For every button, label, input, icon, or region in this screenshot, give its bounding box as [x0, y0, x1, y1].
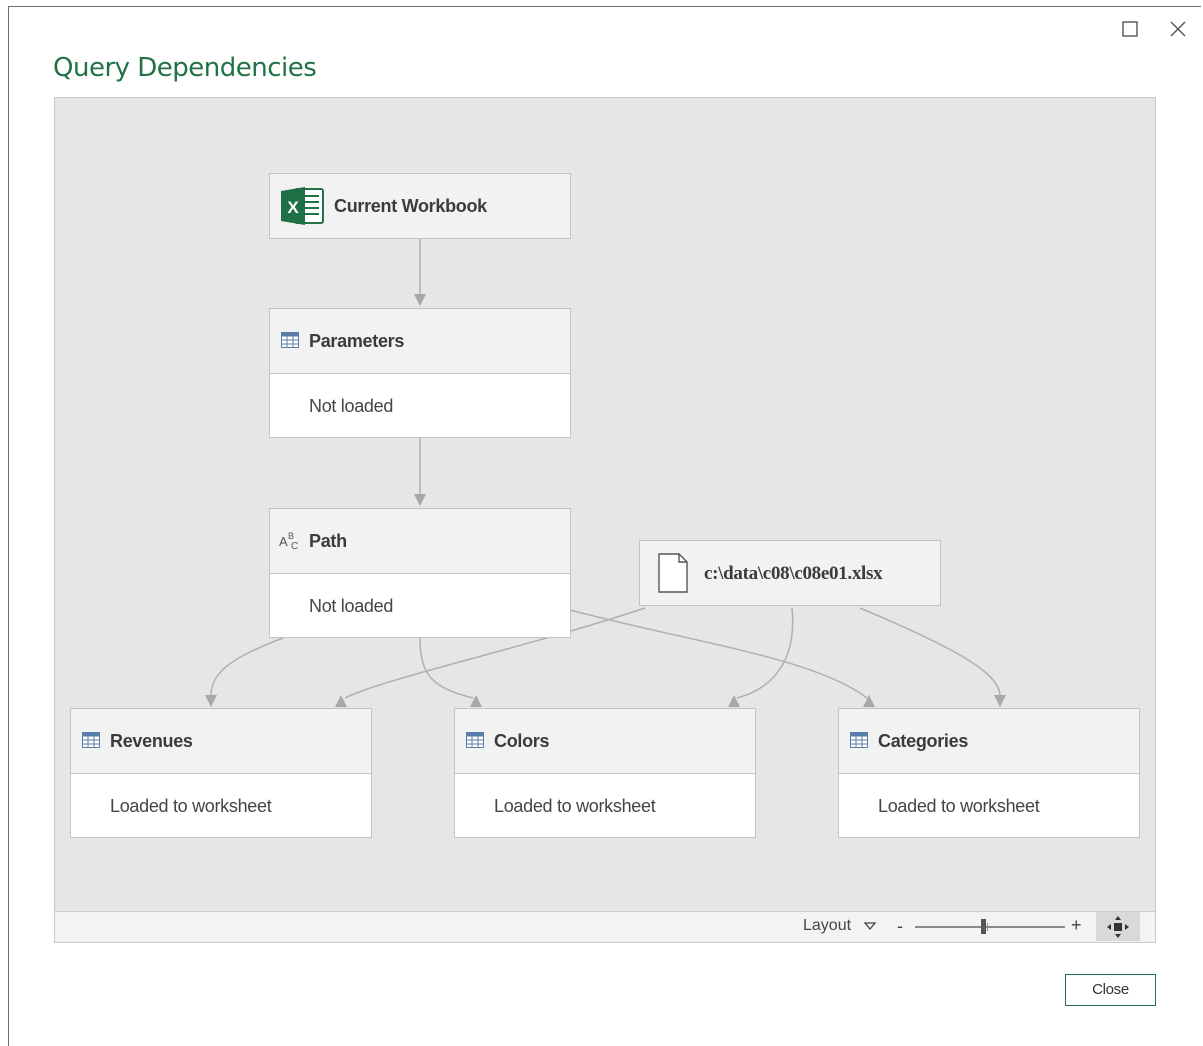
connector-path-categories [569, 609, 868, 699]
table-icon [281, 332, 299, 348]
node-colors[interactable]: Colors Loaded to worksheet [454, 708, 756, 838]
node-body: Not loaded [270, 373, 570, 437]
node-title: Parameters [309, 331, 405, 351]
close-icon[interactable] [1167, 18, 1189, 40]
svg-text:X: X [287, 198, 299, 217]
node-title: c:\data\c08\c08e01.xlsx [704, 563, 883, 584]
table-icon [82, 732, 100, 748]
node-body: Not loaded [270, 573, 570, 637]
node-title: Colors [494, 731, 550, 751]
node-header: Parameters [270, 309, 570, 373]
connector-file-categories [859, 607, 1001, 697]
maximize-icon[interactable] [1119, 18, 1141, 40]
node-title: Path [309, 531, 347, 551]
arrow-parameters [414, 294, 426, 306]
node-header: Revenues [71, 709, 371, 773]
fit-to-screen-button[interactable] [1096, 912, 1140, 941]
arrow-categories-right [994, 695, 1006, 707]
svg-text:A: A [279, 534, 288, 549]
table-icon [466, 732, 484, 748]
layout-label: Layout [803, 917, 852, 934]
node-header: Colors [455, 709, 755, 773]
svg-text:B: B [288, 531, 294, 541]
arrow-revenues-right [335, 695, 347, 707]
file-icon [658, 553, 688, 593]
svg-text:C: C [291, 541, 298, 551]
zoom-in-button[interactable]: + [1071, 915, 1082, 936]
fit-to-screen-icon [1107, 916, 1129, 938]
node-header: Categories [839, 709, 1139, 773]
arrow-revenues-left [205, 695, 217, 707]
node-current-workbook[interactable]: X Current Workbook [269, 173, 571, 239]
canvas-statusbar: Layout - + [55, 911, 1155, 942]
arrow-colors-left [470, 695, 482, 707]
connector-path-revenues [210, 637, 284, 697]
node-categories[interactable]: Categories Loaded to worksheet [838, 708, 1140, 838]
chevron-down-icon [863, 922, 876, 930]
zoom-slider[interactable] [915, 919, 1065, 934]
zoom-slider-tick [987, 923, 988, 931]
node-title: Revenues [110, 731, 193, 751]
node-status: Loaded to worksheet [110, 796, 272, 816]
node-path[interactable]: A B C Path Not loaded [269, 508, 571, 638]
dialog-title: Query Dependencies [53, 53, 317, 83]
node-parameters[interactable]: Parameters Not loaded [269, 308, 571, 438]
node-header: A B C Path [270, 509, 570, 573]
connector-path-colors [419, 637, 474, 699]
text-type-icon: A B C [279, 531, 298, 551]
node-title: Categories [878, 731, 969, 751]
node-body: Loaded to worksheet [71, 773, 371, 837]
zoom-out-button[interactable]: - [897, 916, 903, 937]
connector-file-colors [736, 607, 794, 699]
layout-dropdown[interactable]: Layout [803, 917, 876, 935]
node-title: Current Workbook [334, 196, 487, 216]
node-status: Loaded to worksheet [878, 796, 1040, 816]
dependency-canvas[interactable]: X Current Workbook Parameters Not loaded… [54, 97, 1156, 943]
table-icon [850, 732, 868, 748]
node-file-source[interactable]: c:\data\c08\c08e01.xlsx [639, 540, 941, 606]
node-body: Loaded to worksheet [455, 773, 755, 837]
arrow-path [414, 494, 426, 506]
node-revenues[interactable]: Revenues Loaded to worksheet [70, 708, 372, 838]
arrow-colors-right [728, 695, 740, 707]
node-status: Not loaded [309, 396, 394, 416]
close-button[interactable]: Close [1065, 974, 1156, 1006]
zoom-slider-thumb[interactable] [980, 919, 986, 934]
node-status: Not loaded [309, 596, 394, 616]
excel-icon: X [281, 187, 324, 225]
node-body: Loaded to worksheet [839, 773, 1139, 837]
node-status: Loaded to worksheet [494, 796, 656, 816]
